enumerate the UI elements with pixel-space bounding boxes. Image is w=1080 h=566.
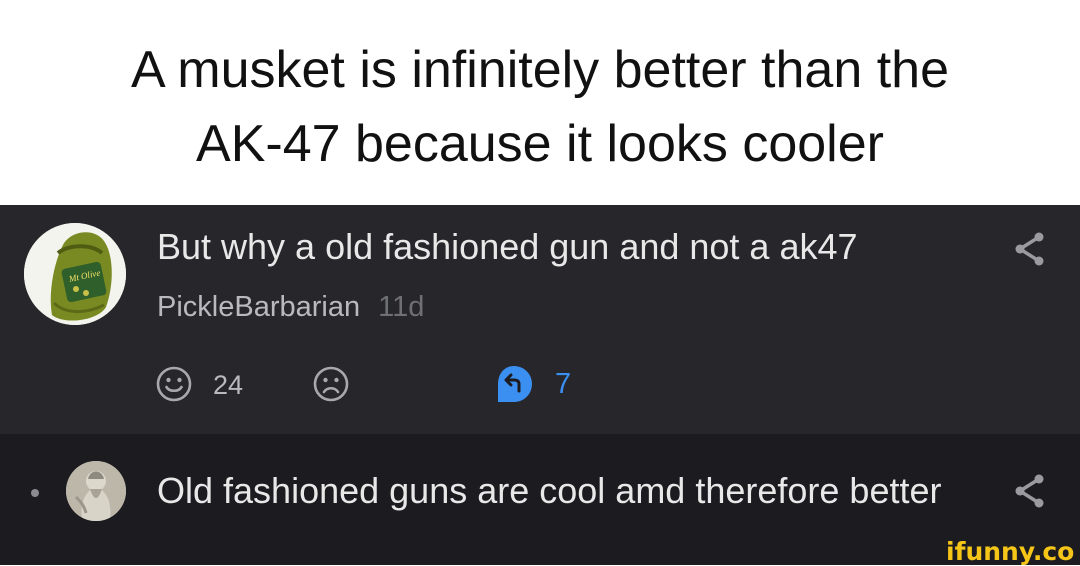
- smile-count: 24: [213, 370, 244, 400]
- comment-meta: PickleBarbarian 11d: [157, 289, 424, 325]
- caption-line-1: A musket is infinitely better than the: [131, 41, 949, 99]
- ifunny-watermark: ifunny.co: [946, 537, 1075, 566]
- caption-line-2: AK-47 because it looks cooler: [196, 115, 884, 173]
- comment-text: But why a old fashioned gun and not a ak…: [157, 226, 858, 267]
- meme-caption: A musket is infinitely better than the A…: [0, 0, 1080, 205]
- reply-icon[interactable]: [494, 364, 534, 404]
- smile-icon[interactable]: [155, 365, 193, 403]
- share-icon[interactable]: [1012, 231, 1046, 267]
- comment-text: Old fashioned guns are cool amd therefor…: [157, 470, 942, 511]
- comment-item: Mt Olive But why a old fashioned gun and…: [0, 205, 1080, 434]
- comment-username[interactable]: PickleBarbarian: [157, 291, 360, 323]
- thread-indicator: [31, 489, 39, 497]
- reply-comment: Old fashioned guns are cool amd therefor…: [0, 434, 1080, 565]
- reply-count[interactable]: 7: [555, 367, 571, 401]
- comment-timestamp: 11d: [378, 291, 425, 323]
- share-icon[interactable]: [1012, 473, 1046, 509]
- avatar[interactable]: Mt Olive: [24, 223, 126, 325]
- comment-thread: Mt Olive But why a old fashioned gun and…: [0, 205, 1080, 565]
- avatar[interactable]: [66, 461, 126, 521]
- frown-icon[interactable]: [312, 365, 350, 403]
